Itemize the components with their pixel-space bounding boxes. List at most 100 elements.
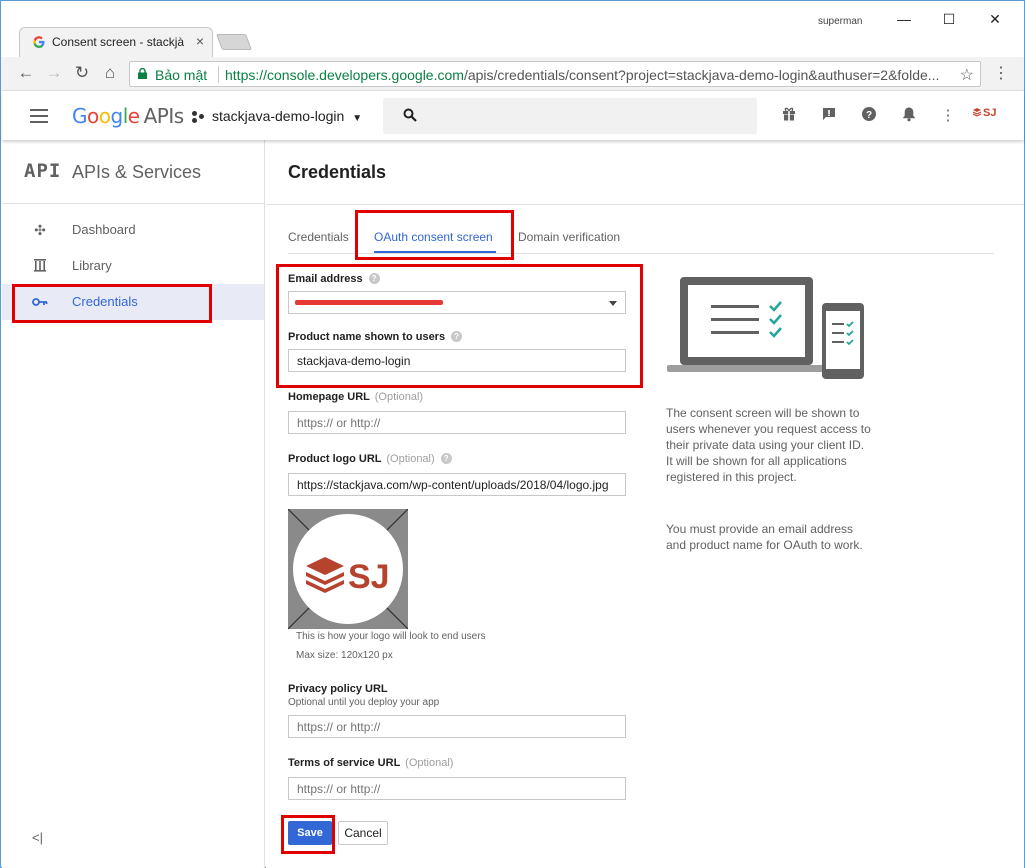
avatar-text: SJ [983,107,997,119]
sidebar: API APIs & Services ✣ Dashboard Library … [2,140,265,868]
library-icon [32,258,48,274]
tab-domain-verification[interactable]: Domain verification [518,230,620,244]
title-divider [266,204,1024,205]
logo-preview: SJ [288,509,408,629]
logo-preview-image: SJ [288,509,408,629]
help-icon[interactable]: ? [860,106,878,124]
logo-apis-text: APIs [143,104,185,128]
main-content: Credentials Credentials OAuth consent sc… [266,140,1024,868]
gcp-header: Google APIs stackjava-demo-login ▼ ? ⋮ SJ [2,92,1024,140]
new-tab-button[interactable] [216,34,252,50]
logo-max-size: Max size: 120x120 px [296,650,393,661]
svg-text:SJ: SJ [348,558,390,596]
product-name-label-text: Product name shown to users [288,331,446,343]
project-name: stackjava-demo-login [212,108,345,124]
email-label: Email address? [288,273,380,285]
homepage-label-text: Homepage URL [288,391,370,403]
active-tab-indicator [374,251,496,253]
feedback-icon[interactable] [820,106,838,124]
sj-stack-icon [972,108,982,117]
logo-google-text: Google [72,104,140,128]
home-icon[interactable]: ⌂ [100,63,120,83]
project-dots-icon [192,111,206,124]
google-favicon-icon [33,36,45,48]
consent-info-text: The consent screen will be shown to user… [666,406,871,484]
url-host: https://console.developers.google.com [225,67,464,83]
cancel-button[interactable]: Cancel [338,821,388,845]
tos-label: Terms of service URL (Optional) [288,757,453,769]
tos-url-field[interactable]: https:// or http:// [288,777,626,800]
notifications-bell-icon[interactable] [900,106,918,124]
tos-label-text: Terms of service URL [288,757,401,769]
tab-oauth-consent-screen[interactable]: OAuth consent screen [374,230,493,244]
tab-close-icon[interactable]: × [196,33,204,49]
help-circle-icon[interactable]: ? [440,453,452,464]
forward-arrow-icon[interactable]: → [44,63,64,83]
email-label-text: Email address [288,273,363,285]
requirement-info-text: You must provide an email address and pr… [666,522,863,552]
bookmark-star-icon[interactable]: ☆ [960,65,974,85]
sidebar-header: API APIs & Services [2,140,264,204]
sidebar-item-dashboard[interactable]: ✣ Dashboard [2,212,264,248]
lock-icon [138,68,147,79]
help-circle-icon[interactable]: ? [451,331,463,342]
reload-icon[interactable]: ↻ [72,63,92,83]
gift-icon[interactable] [780,106,798,124]
more-vert-icon[interactable]: ⋮ [939,106,957,124]
optional-tag: (Optional) [405,757,454,769]
avatar[interactable]: SJ [972,107,996,119]
optional-tag: (Optional) [386,453,435,465]
browser-menu-icon[interactable]: ⋮ [993,63,1009,83]
dashboard-icon: ✣ [34,222,46,238]
url-path: /apis/credentials/consent?project=stackj… [463,67,940,83]
tab-title: Consent screen - stackjà [52,35,184,49]
sidebar-item-credentials[interactable]: Credentials [2,284,264,320]
svg-text:?: ? [866,110,872,121]
address-bar[interactable]: Bảo mật https://console.developers.googl… [129,61,981,87]
dropdown-caret-icon [609,301,617,306]
minimize-icon[interactable]: — [894,11,914,27]
search-icon [403,108,417,122]
homepage-label: Homepage URL (Optional) [288,391,423,403]
project-selector[interactable]: stackjava-demo-login ▼ [192,108,362,124]
tab-credentials[interactable]: Credentials [288,230,349,244]
browser-tab[interactable]: Consent screen - stackjà × [19,27,213,57]
secure-label: Bảo mật [155,67,208,83]
browser-toolbar: ← → ↻ ⌂ Bảo mật https://console.develope… [1,57,1024,91]
credentials-tabs: Credentials OAuth consent screen Domain … [288,220,994,254]
logo-url-label-text: Product logo URL [288,453,382,465]
sidebar-item-label: Library [72,258,112,273]
logo-url-field[interactable]: https://stackjava.com/wp-content/uploads… [288,473,626,496]
product-name-field[interactable]: stackjava-demo-login [288,349,626,372]
browser-window: Consent screen - stackjà × superman — ☐… [0,0,1025,868]
search-input[interactable] [383,98,757,134]
help-circle-icon[interactable]: ? [368,273,380,284]
redaction-mark [295,300,443,305]
url-text[interactable]: https://console.developers.google.com/ap… [225,67,950,83]
email-select[interactable] [288,291,626,314]
logo-url-label: Product logo URL (Optional)? [288,453,452,465]
window-user-label: superman [818,16,863,27]
logo-preview-hint: This is how your logo will look to end u… [296,631,486,642]
hamburger-menu-icon[interactable] [30,109,48,123]
close-window-icon[interactable]: ✕ [985,11,1005,28]
back-arrow-icon[interactable]: ← [16,63,36,83]
privacy-hint: Optional until you deploy your app [288,697,440,708]
sidebar-item-label: Credentials [72,294,138,309]
sidebar-title: APIs & Services [72,162,202,182]
consent-screen-illustration-icon [667,277,864,379]
sidebar-item-library[interactable]: Library [2,248,264,284]
browser-titlebar: Consent screen - stackjà × superman — ☐… [1,1,1024,57]
maximize-icon[interactable]: ☐ [939,11,959,28]
optional-tag: (Optional) [374,391,424,403]
google-apis-logo[interactable]: Google APIs [72,104,184,128]
privacy-url-field[interactable]: https:// or http:// [288,715,626,738]
privacy-label: Privacy policy URL [288,683,388,695]
product-name-label: Product name shown to users? [288,331,463,343]
collapse-sidebar-icon[interactable]: <| [32,830,43,845]
chevron-down-icon: ▼ [352,113,363,124]
save-button[interactable]: Save [288,821,332,845]
homepage-url-field[interactable]: https:// or http:// [288,411,626,434]
sidebar-item-label: Dashboard [72,222,136,237]
api-logo-icon: API [24,160,62,182]
